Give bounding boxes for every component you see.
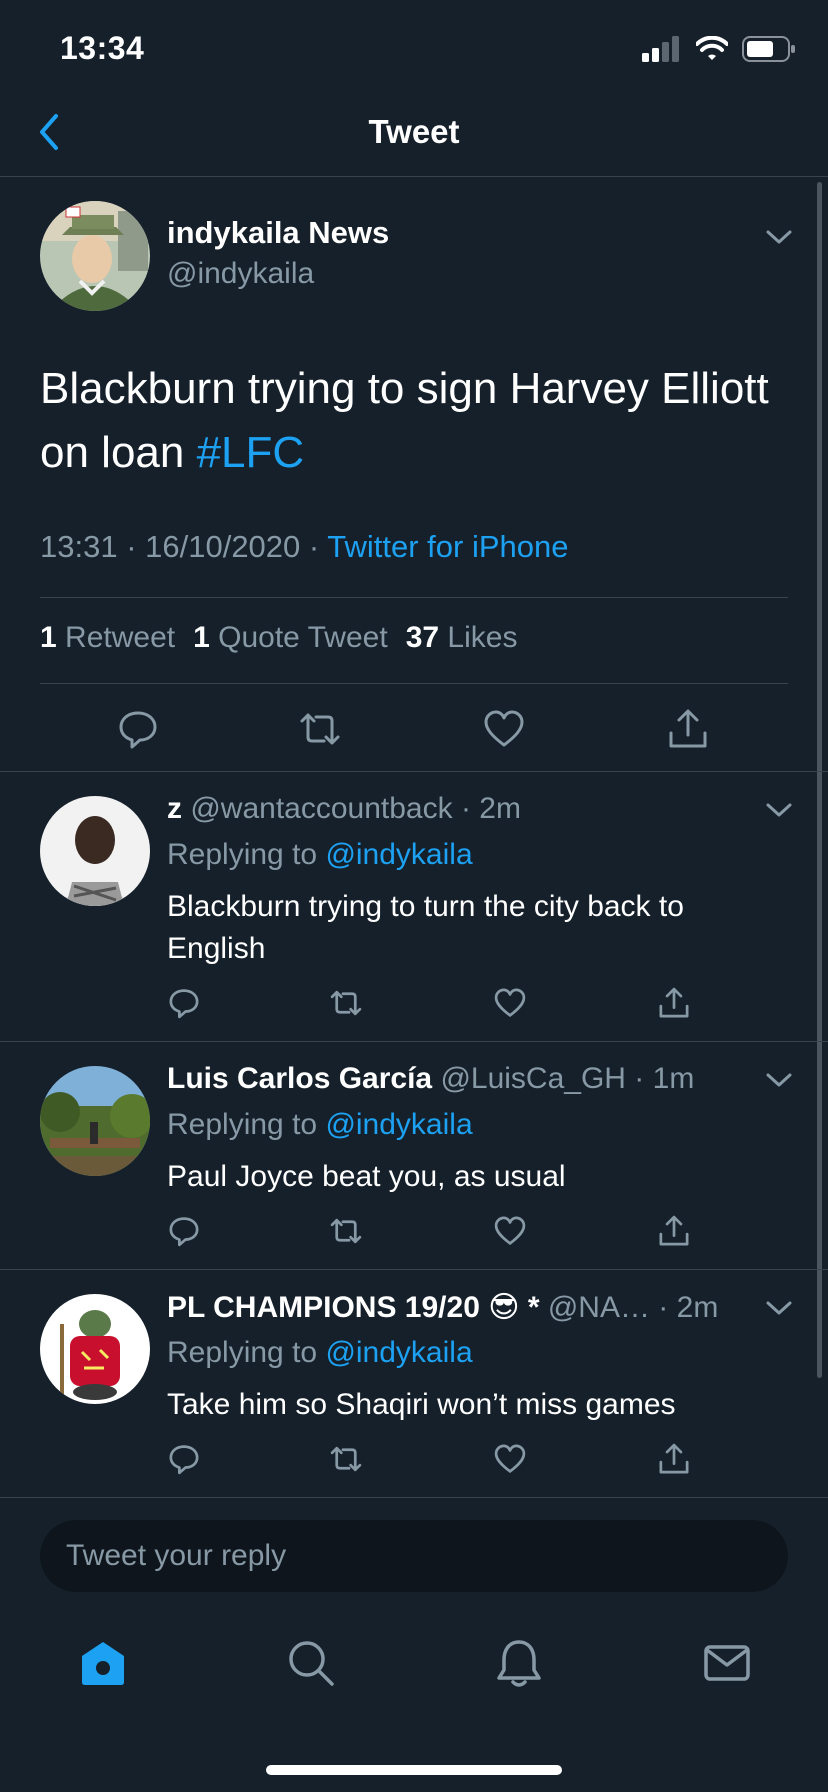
reply-input[interactable]: Tweet your reply — [40, 1520, 788, 1592]
reply-icon[interactable] — [167, 1442, 201, 1476]
retweet-icon[interactable] — [329, 986, 363, 1020]
share-icon[interactable] — [657, 1442, 691, 1476]
battery-icon — [742, 36, 795, 62]
reply-text: Paul Joyce beat you, as usual — [167, 1160, 566, 1193]
reply-actions — [167, 1442, 767, 1482]
avatar[interactable] — [40, 796, 150, 906]
tweet-body: Blackburn trying to sign Harvey Elliott … — [40, 364, 769, 477]
reply-header: PL CHAMPIONS 19/20 😎 * @NA… · 2m — [167, 1290, 718, 1325]
retweets-count: 1 — [40, 621, 57, 654]
like-icon[interactable] — [482, 707, 526, 751]
replying-to: Replying to @indykaila — [167, 838, 473, 872]
retweet-icon[interactable] — [329, 1442, 363, 1476]
replying-to-handle[interactable]: @indykaila — [325, 1336, 472, 1369]
reply-time: · 2m — [649, 1291, 719, 1324]
quotes-count: 1 — [193, 621, 210, 654]
reply-text: Blackburn trying to turn the city back t… — [167, 890, 684, 965]
replying-to: Replying to @indykaila — [167, 1336, 473, 1370]
signal-icon — [642, 36, 679, 62]
reply-icon[interactable] — [167, 1214, 201, 1248]
mail-icon[interactable] — [702, 1638, 752, 1688]
reply-icon[interactable] — [167, 986, 201, 1020]
tweet-source-link[interactable]: Twitter for iPhone — [327, 529, 568, 564]
retweet-icon[interactable] — [298, 707, 342, 751]
status-bar: 13:34 — [0, 0, 828, 100]
replying-to-label: Replying to — [167, 1108, 326, 1141]
quotes-stat[interactable]: 1 Quote Tweet — [193, 621, 388, 655]
reply-text: Take him so Shaqiri won’t miss games — [167, 1388, 676, 1421]
tweet-actions — [40, 707, 788, 757]
share-icon[interactable] — [657, 986, 691, 1020]
retweet-icon[interactable] — [329, 1214, 363, 1248]
reply-handle[interactable]: @wantaccountback — [182, 792, 452, 825]
reply-display-name[interactable]: Luis Carlos García — [167, 1062, 432, 1095]
divider — [40, 683, 788, 684]
replying-to-handle[interactable]: @indykaila — [325, 1108, 472, 1141]
bell-icon[interactable] — [494, 1638, 544, 1688]
reply-time: · 2m — [452, 792, 521, 825]
replying-to-label: Replying to — [167, 838, 326, 871]
reply-header: Luis Carlos García @LuisCa_GH · 1m — [167, 1062, 694, 1096]
reply-time: · 1m — [625, 1062, 695, 1095]
like-icon[interactable] — [493, 986, 527, 1020]
reply-header: z @wantaccountback · 2m — [167, 792, 521, 826]
reply-handle[interactable]: @LuisCa_GH — [432, 1062, 626, 1095]
hashtag-link[interactable]: #LFC — [197, 428, 305, 477]
bottom-tab-bar — [0, 1630, 828, 1720]
wifi-icon — [696, 36, 728, 60]
display-name[interactable]: indykaila News — [167, 215, 389, 251]
chevron-down-icon[interactable] — [764, 227, 794, 247]
avatar[interactable] — [40, 201, 150, 311]
home-icon[interactable] — [78, 1638, 128, 1688]
page-title: Tweet — [368, 113, 460, 150]
likes-stat[interactable]: 37 Likes — [406, 621, 518, 655]
reply-icon[interactable] — [116, 707, 160, 751]
user-handle[interactable]: @indykaila — [167, 257, 314, 291]
like-icon[interactable] — [493, 1214, 527, 1248]
avatar[interactable] — [40, 1294, 150, 1404]
reply-actions — [167, 1214, 767, 1254]
home-indicator[interactable] — [266, 1765, 562, 1775]
share-icon[interactable] — [657, 1214, 691, 1248]
chevron-down-icon[interactable] — [764, 1070, 794, 1090]
status-icons — [642, 36, 796, 62]
avatar[interactable] — [40, 1066, 150, 1176]
compose-bar: Tweet your reply — [0, 1520, 828, 1610]
tweet-timestamp: 13:31 · 16/10/2020 · — [40, 529, 328, 564]
reply-tweet[interactable]: PL CHAMPIONS 19/20 😎 * @NA… · 2m Replyin… — [0, 1270, 828, 1498]
likes-count: 37 — [405, 621, 440, 654]
likes-label: Likes — [447, 621, 518, 654]
retweets-label: Retweet — [65, 621, 176, 654]
chevron-down-icon[interactable] — [764, 1298, 794, 1318]
replying-to-label: Replying to — [167, 1336, 326, 1369]
reply-actions — [167, 986, 767, 1026]
reply-handle[interactable]: @NA… — [540, 1291, 650, 1324]
top-nav-bar: Tweet — [0, 100, 828, 177]
chevron-down-icon[interactable] — [764, 800, 794, 820]
share-icon[interactable] — [666, 707, 710, 751]
retweets-stat[interactable]: 1 Retweet — [40, 621, 175, 655]
tweet-stats: 1 Retweet 1 Quote Tweet 37 Likes — [40, 621, 517, 655]
search-icon[interactable] — [286, 1638, 336, 1688]
replying-to-handle[interactable]: @indykaila — [325, 838, 472, 871]
replying-to: Replying to @indykaila — [167, 1108, 473, 1142]
tweet-meta: 13:31 · 16/10/2020 · Twitter for iPhone — [40, 529, 568, 565]
tweet-text: Blackburn trying to sign Harvey Elliott … — [40, 357, 800, 485]
divider — [40, 597, 788, 598]
reply-display-name[interactable]: z — [167, 792, 182, 825]
status-time: 13:34 — [60, 30, 145, 66]
reply-display-name[interactable]: PL CHAMPIONS 19/20 😎 * — [167, 1291, 540, 1324]
reply-tweet[interactable]: z @wantaccountback · 2m Replying to @ind… — [0, 772, 828, 1042]
reply-tweet[interactable]: Luis Carlos García @LuisCa_GH · 1m Reply… — [0, 1042, 828, 1270]
quotes-label: Quote Tweet — [218, 621, 388, 654]
main-tweet: indykaila News @indykaila Blackburn tryi… — [0, 177, 828, 772]
like-icon[interactable] — [493, 1442, 527, 1476]
